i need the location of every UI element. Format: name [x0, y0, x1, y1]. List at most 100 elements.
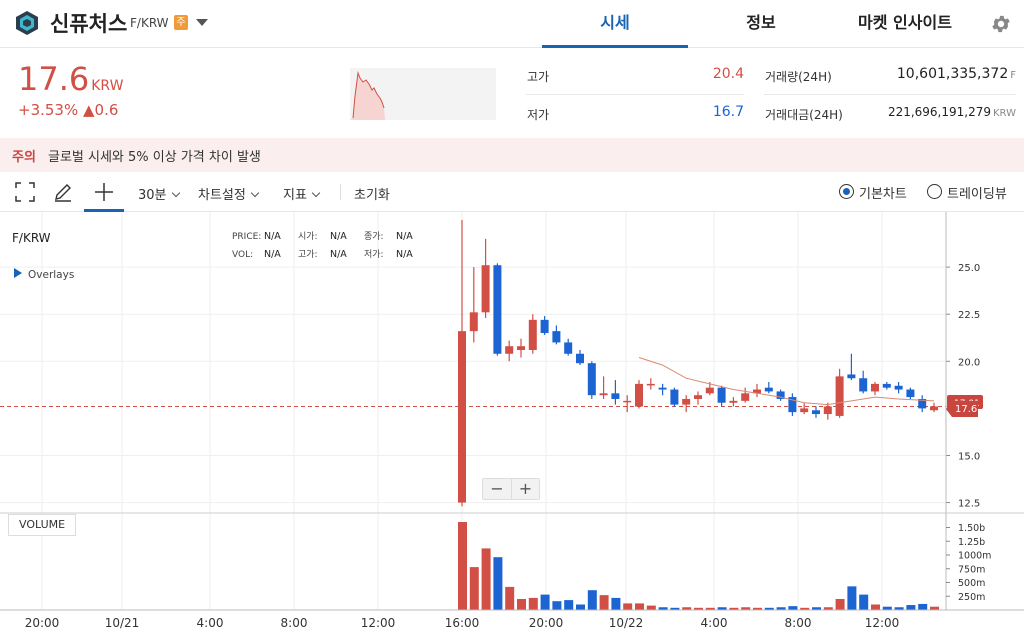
mini-price-chart: [350, 68, 496, 120]
volume-24h-value: 10,601,335,372: [896, 66, 1009, 82]
candle-body: [611, 393, 620, 399]
x-axis-tick-label: 12:00: [865, 616, 900, 630]
x-axis-tick-label: 4:00: [197, 616, 224, 630]
current-price-marker: 17.01 17.6: [946, 395, 983, 417]
volume-24h-label: 거래량(24H): [765, 70, 832, 84]
volume-axis-tick-label: 1000m: [958, 551, 991, 562]
volume-bar: [599, 595, 609, 610]
candle-body: [528, 319, 537, 350]
chevron-down-icon: [250, 188, 260, 198]
crosshair-icon[interactable]: [93, 181, 115, 203]
candle-body: [694, 395, 702, 399]
moving-average-line: [638, 357, 935, 406]
volume-bar: [505, 586, 515, 610]
reset-button[interactable]: 초기화: [354, 184, 390, 203]
candle-body: [682, 398, 691, 405]
candle-body: [847, 374, 856, 379]
zoom-controls: − +: [482, 478, 540, 500]
zoom-out-button[interactable]: −: [483, 479, 511, 499]
coin-selector-chevron-down-icon[interactable]: [196, 19, 208, 26]
fullscreen-icon[interactable]: [14, 181, 36, 203]
candlestick-chart[interactable]: 20:00 10/21 4:00 8:00 12:00 16:00 20:00 10/22 4:…: [0, 212, 1024, 638]
candle-body: [882, 383, 891, 388]
candlestick-chart-area[interactable]: 20:00 10/21 4:00 8:00 12:00 16:00 20:00 10/22 4:…: [0, 212, 1024, 638]
indicators-dropdown[interactable]: 지표: [283, 184, 321, 203]
candle-body: [576, 353, 584, 364]
candle-body: [871, 383, 879, 392]
candle-body: [741, 393, 750, 401]
x-axis-tick-label: 16:00: [445, 616, 480, 630]
y-axis-tick-label: 15.0: [958, 451, 980, 462]
volume-bar: [918, 603, 928, 610]
high-value: 20.4: [712, 66, 744, 82]
volume-24h: 10,601,335,372 F: [840, 66, 1016, 82]
volume-bar: [564, 600, 574, 610]
gear-icon[interactable]: [990, 13, 1012, 35]
trading-pair[interactable]: F/KRW: [130, 16, 169, 30]
tab-market-insight[interactable]: 마켓 인사이트: [834, 0, 976, 48]
expand-triangle-icon[interactable]: [14, 268, 22, 278]
candle-body: [458, 331, 466, 503]
candle-body: [729, 400, 738, 403]
volume-24h-unit: F: [1010, 70, 1016, 81]
volume-bar: [469, 567, 479, 610]
volume-bar: [788, 606, 798, 610]
tradingview-radio[interactable]: [927, 184, 942, 199]
amount-24h-unit: KRW: [993, 108, 1016, 119]
notice-tag: 주의: [12, 150, 36, 165]
basic-chart-label[interactable]: 기본차트: [859, 183, 907, 202]
ohlc-price-value: N/A: [264, 231, 281, 242]
pencil-icon[interactable]: [52, 181, 74, 203]
coin-name[interactable]: 신퓨처스: [50, 8, 127, 38]
x-axis-tick-label: 4:00: [701, 616, 728, 630]
y-axis-tick-label: 12.5: [958, 499, 980, 510]
ohlc-vol-value: N/A: [264, 249, 281, 260]
tradingview-label[interactable]: 트레이딩뷰: [947, 183, 1007, 202]
x-axis-tick-label: 8:00: [281, 616, 308, 630]
toolbar-divider: [340, 184, 341, 200]
ohlc-high-value: N/A: [330, 249, 347, 260]
price-gap-notice: 주의 글로벌 시세와 5% 이상 가격 차이 발생: [0, 138, 1024, 172]
y-axis-tick-label: 22.5: [958, 310, 980, 321]
current-price: 17.6 KRW: [18, 60, 123, 98]
candle-body: [540, 319, 549, 334]
interval-dropdown[interactable]: 30분: [138, 184, 180, 203]
y-axis-tick-label: 20.0: [958, 357, 980, 368]
ohlc-close-value: N/A: [396, 231, 413, 242]
candle-body: [623, 400, 632, 403]
volume-axis-tick-label: 1.50b: [958, 523, 985, 534]
x-axis-tick-label: 20:00: [25, 616, 60, 630]
candle-body: [505, 346, 514, 354]
overlays-toggle[interactable]: Overlays: [28, 269, 74, 281]
volume-bar: [635, 603, 644, 610]
candle-body: [670, 389, 679, 405]
basic-chart-radio[interactable]: [839, 184, 854, 199]
ohlc-open-label: 시가:: [298, 231, 318, 242]
candle-body: [552, 331, 561, 343]
x-axis-tick-label: 8:00: [785, 616, 812, 630]
ohlc-open-value: N/A: [330, 231, 347, 242]
candle-body: [835, 376, 844, 416]
tab-info[interactable]: 정보: [688, 0, 834, 48]
chart-settings-dropdown[interactable]: 차트설정: [198, 184, 260, 203]
volume-bar: [847, 586, 857, 610]
high-label: 고가: [527, 70, 550, 84]
chart-toolbar: 30분 차트설정 지표 초기화 기본차트 트레이딩뷰: [0, 172, 1024, 212]
candle-body: [705, 387, 714, 394]
x-axis-tick-label: 12:00: [361, 616, 396, 630]
volume-bar: [611, 597, 621, 610]
volume-bar: [835, 599, 845, 610]
volume-bar: [540, 594, 550, 610]
tab-market-price[interactable]: 시세: [542, 0, 688, 48]
volume-axis-tick-label: 500m: [958, 578, 985, 589]
volume-bar: [517, 599, 526, 610]
ohlc-close-label: 종가:: [364, 231, 384, 242]
candle-body: [517, 346, 525, 350]
zoom-in-button[interactable]: +: [511, 479, 539, 499]
price-change: +3.53% ▲0.6: [18, 101, 118, 119]
candle-body: [564, 342, 573, 354]
candle-body: [800, 408, 809, 413]
volume-bar: [623, 603, 633, 610]
top-bar: 신퓨처스 F/KRW 주 시세 정보 마켓 인사이트: [0, 0, 1024, 48]
volume-bar: [552, 601, 562, 610]
